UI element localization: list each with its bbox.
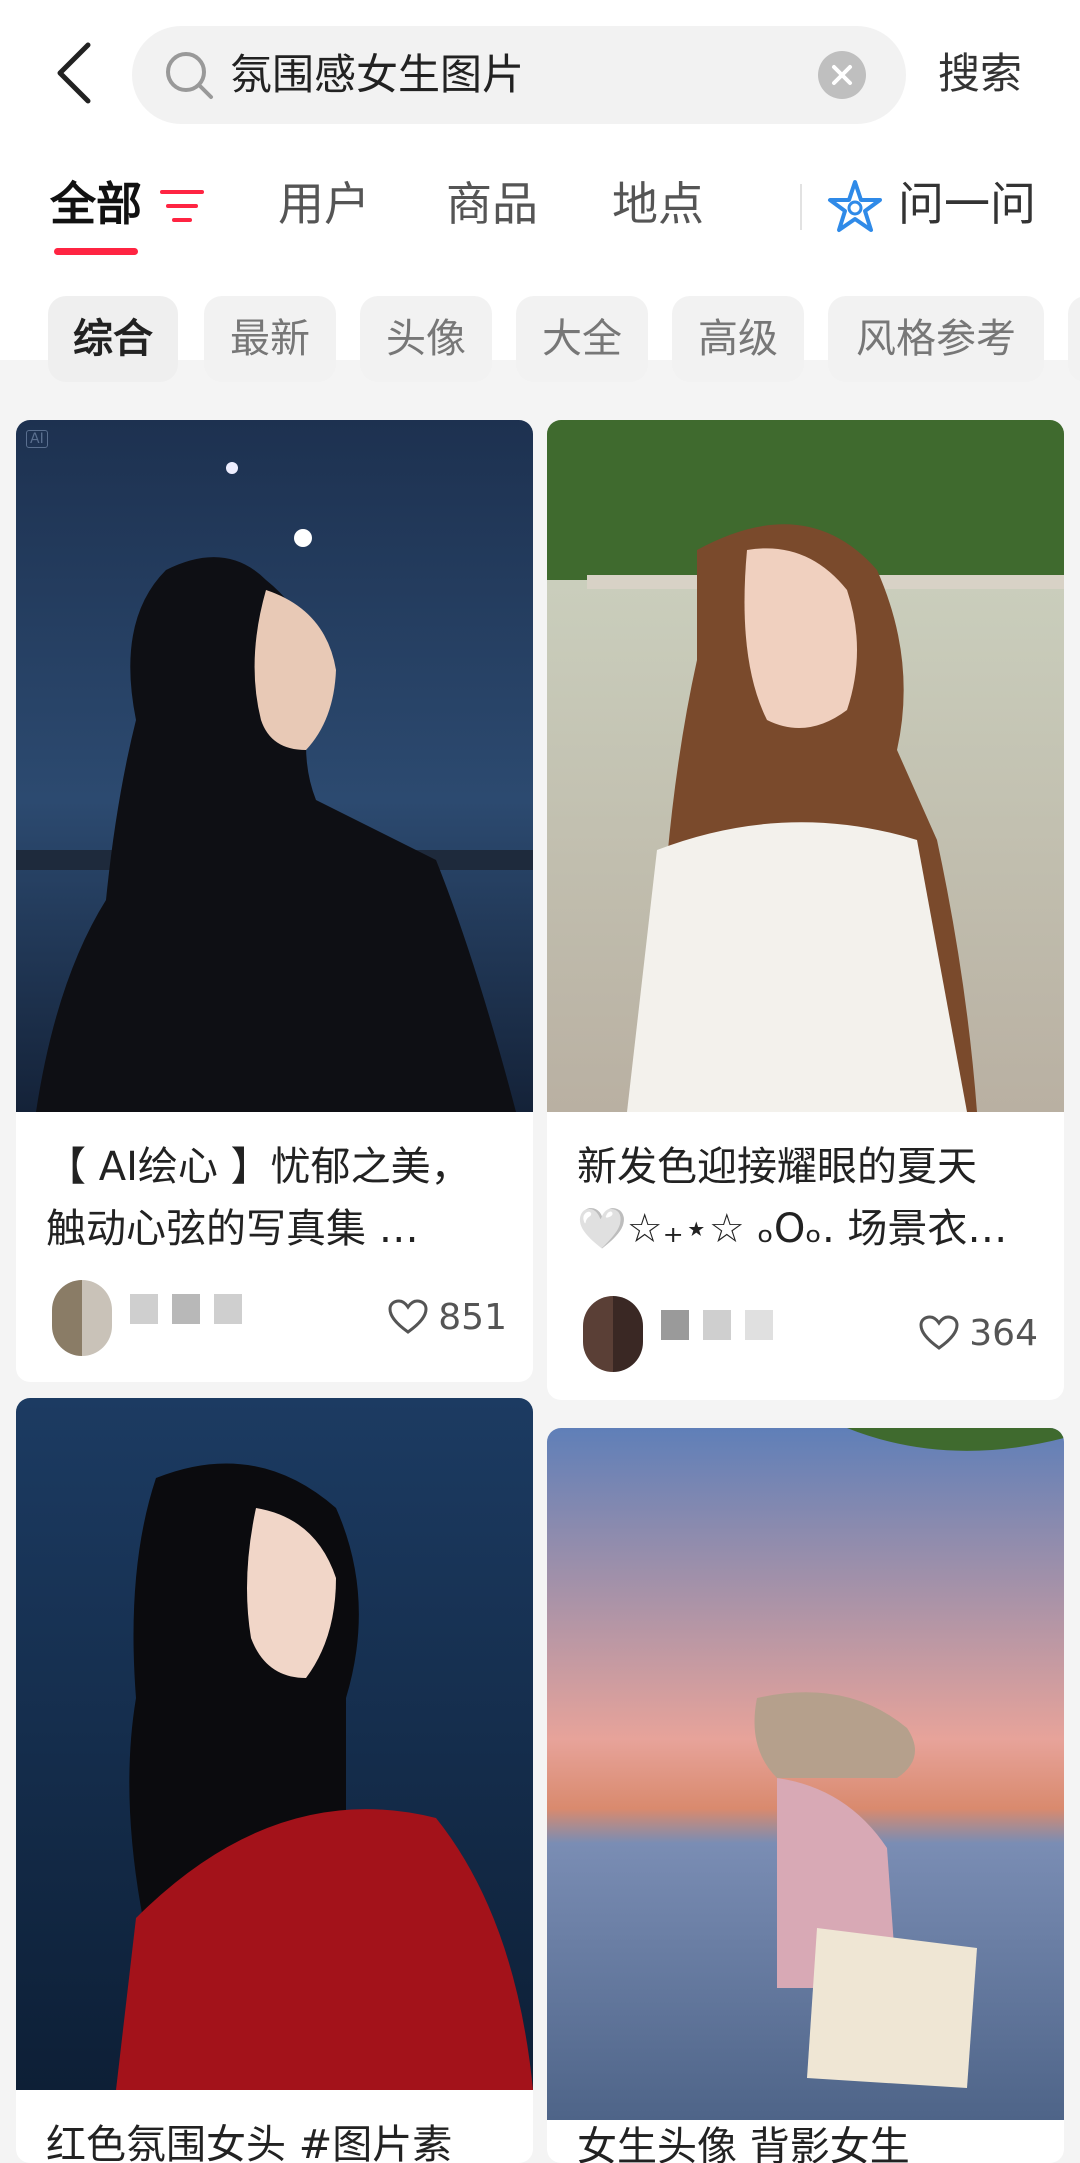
note-title-line: 新发色迎接耀眼的夏天 [577,1144,977,1190]
tab-users[interactable]: 用户 [278,172,370,236]
note-title: 新发色迎接耀眼的夏天 🤍☆₊⋆☆ ₒOₒ. 场景衣… [577,1136,1038,1260]
clear-search-button[interactable] [818,51,866,99]
active-tab-indicator [54,248,138,255]
note-image [16,420,533,1112]
note-meta: 364 [583,1296,1038,1376]
chip-avatar[interactable]: 头像 [360,296,492,382]
chip-latest[interactable]: 最新 [204,296,336,382]
like-button[interactable]: 851 [388,1290,507,1344]
top-bar: 氛围感女生图片 搜索 全部 用户 商品 地点 问一问 综合 最新 头像 大全 高… [0,0,1080,382]
search-submit-button[interactable]: 搜索 [938,38,1022,110]
chip-style-reference[interactable]: 风格参考 [828,296,1044,382]
note-title-line: 女生头像 背影女生 [577,2124,910,2163]
back-button[interactable] [44,38,104,108]
filter-chips: 综合 最新 头像 大全 高级 风格参考 [0,296,1080,386]
avatar[interactable] [583,1296,643,1372]
search-icon [166,52,213,99]
like-button[interactable]: 364 [919,1306,1038,1360]
note-title: 红色氛围女头 #图片素 [46,2114,507,2163]
note-card[interactable]: 新发色迎接耀眼的夏天 🤍☆₊⋆☆ ₒOₒ. 场景衣… 364 [547,420,1064,1400]
chip-premium[interactable]: 高级 [672,296,804,382]
tab-products[interactable]: 商品 [446,172,538,236]
note-title: 【 AI绘心 】忧郁之美， 触动心弦的写真集 … [46,1136,507,1260]
note-card[interactable]: AI 【 AI绘心 】忧郁之美， 触动心弦的写真集 … 851 [16,420,533,1382]
note-image [547,420,1064,1112]
chevron-left-icon [57,42,91,104]
note-title-line: 【 AI绘心 】忧郁之美， [46,1144,471,1190]
chip-overall[interactable]: 综合 [48,296,178,382]
note-title: 女生头像 背影女生 [577,2116,1038,2163]
ask-sparkle-icon[interactable] [826,178,884,236]
note-image [547,1428,1064,2120]
heart-icon [388,1299,428,1334]
tab-places[interactable]: 地点 [612,172,704,236]
avatar[interactable] [52,1280,112,1356]
like-count: 364 [969,1312,1038,1354]
note-title-line: 红色氛围女头 #图片素 [46,2122,453,2163]
search-bar[interactable]: 氛围感女生图片 [132,26,906,124]
ai-badge: AI [26,430,48,448]
chip-collection[interactable]: 大全 [516,296,648,382]
close-icon [832,65,852,85]
tab-divider [800,184,802,230]
author-name-blurred[interactable] [661,1310,773,1354]
search-input[interactable]: 氛围感女生图片 [230,26,524,124]
heart-icon [919,1315,959,1350]
note-card[interactable]: 女生头像 背影女生 [547,1428,1064,2163]
author-name-blurred[interactable] [130,1294,242,1338]
note-card[interactable]: 红色氛围女头 #图片素 [16,1398,533,2163]
tab-all[interactable]: 全部 [50,172,142,236]
like-count: 851 [438,1296,507,1338]
note-image [16,1398,533,2090]
result-tabs: 全部 用户 商品 地点 问一问 [0,160,1080,260]
filter-icon[interactable] [160,188,204,224]
note-title-line: 🤍☆₊⋆☆ ₒOₒ. 场景衣… [577,1206,1008,1252]
chip-more[interactable] [1068,296,1080,382]
note-meta: 851 [52,1280,507,1360]
ask-button[interactable]: 问一问 [898,172,1036,236]
note-title-line: 触动心弦的写真集 … [46,1206,419,1252]
